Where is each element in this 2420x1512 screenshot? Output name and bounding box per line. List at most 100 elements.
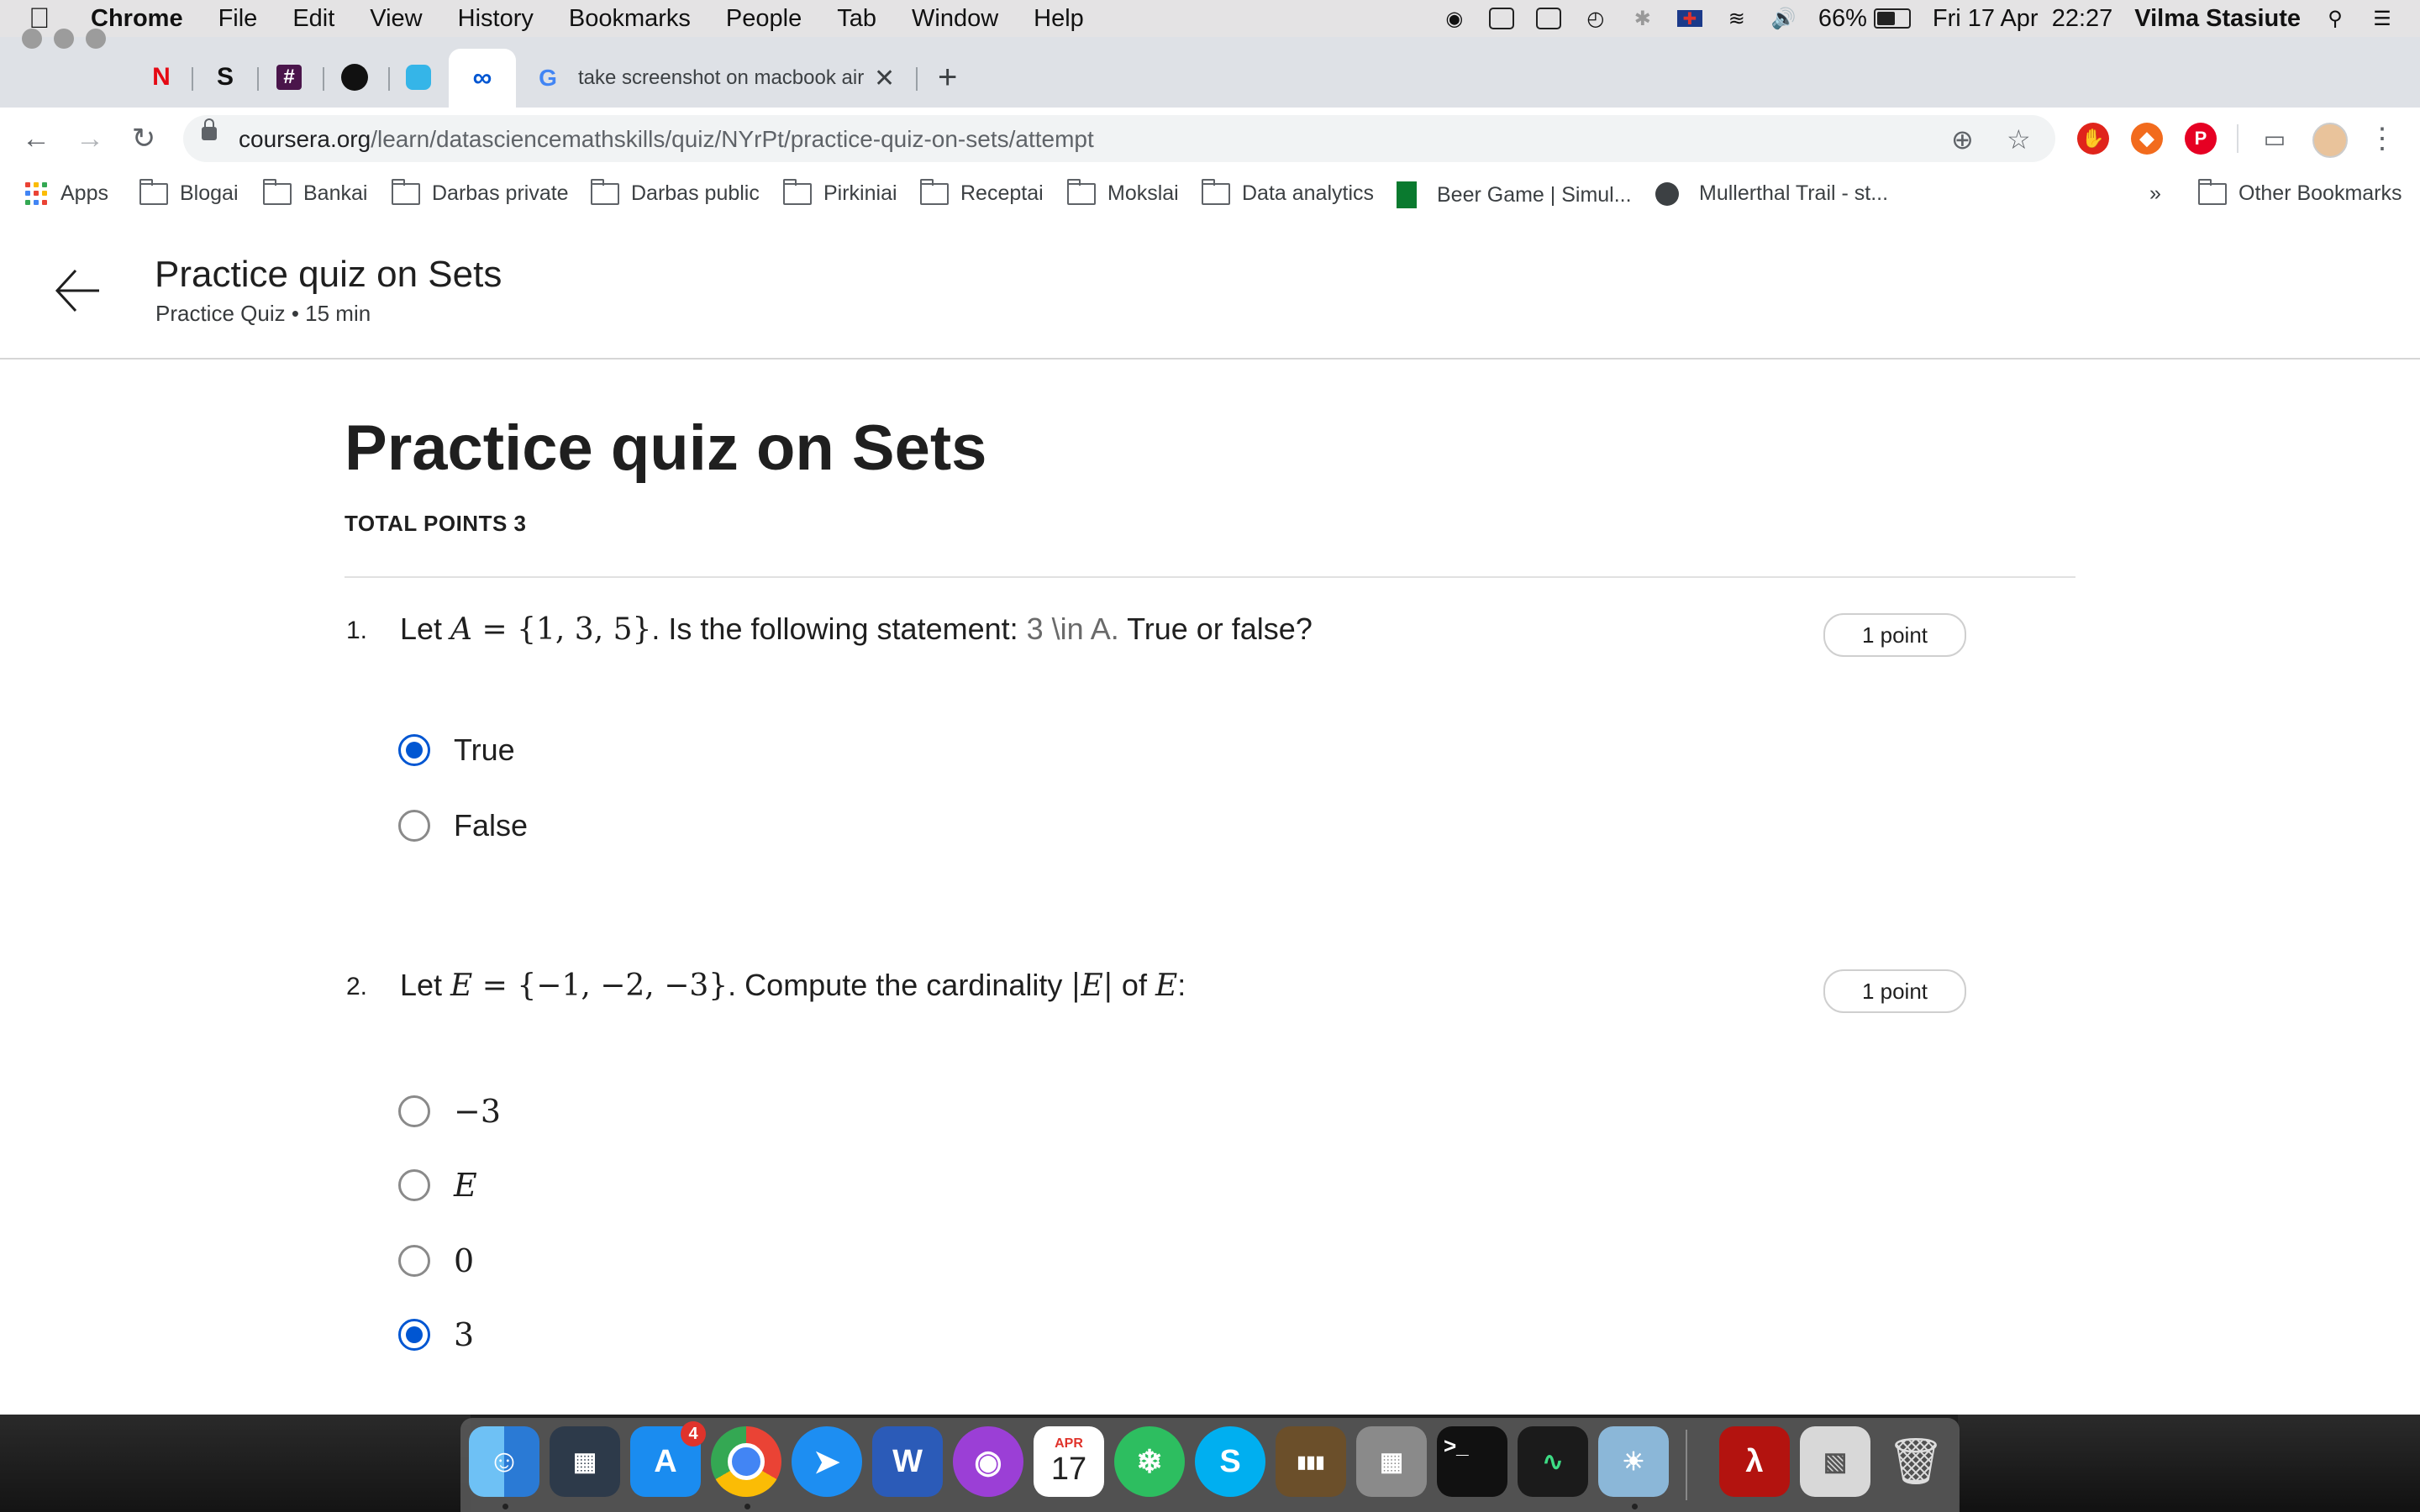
bookmark-star-icon[interactable]: ☆ [2007,123,2031,155]
q2-option-minus-3[interactable]: −3 [398,1090,501,1132]
page-content: Practice quiz on Sets Practice Quiz • 15… [0,223,2420,1415]
menu-history[interactable]: History [458,5,534,33]
bookmark-folder-darbas-private[interactable]: Darbas private [392,178,569,206]
pinned-tab-github[interactable] [338,60,371,94]
q2-option-0[interactable]: 0 [398,1240,474,1282]
bookmark-folder-bankai[interactable]: Bankai [263,178,367,206]
bluetooth-icon[interactable]: ✱ [1630,7,1655,30]
calculator-icon[interactable]: ▦ [1356,1426,1427,1497]
word-icon[interactable]: W [872,1426,943,1497]
calendar-icon[interactable]: APR 17 [1034,1426,1104,1497]
safari-icon[interactable]: ➤ [792,1426,862,1497]
radio-button[interactable] [398,810,430,842]
menu-help[interactable]: Help [1034,5,1084,33]
bookmark-folder-receptai[interactable]: Receptai [920,178,1044,206]
reload-button[interactable]: ↻ [124,119,163,158]
chrome-icon[interactable] [711,1426,781,1497]
terminal-icon[interactable]: >_ [1437,1426,1507,1497]
menu-window[interactable]: Window [912,5,998,33]
uk-flag-icon[interactable]: ✚ [1676,10,1702,29]
q1-option-false[interactable]: False [398,805,528,847]
wifi-icon[interactable]: ≋ [1724,7,1749,30]
honey-extension-icon[interactable]: ◆ [2131,123,2163,155]
bookmark-folder-mokslai[interactable]: Mokslai [1067,178,1179,206]
podcasts-icon[interactable]: ◉ [953,1426,1023,1497]
app-store-icon[interactable]: A4 [630,1421,706,1497]
trash-icon[interactable]: 🗑 [1881,1426,1951,1497]
bookmarks-overflow-chevron[interactable]: » [2149,181,2161,206]
menu-tab[interactable]: Tab [837,5,876,33]
pinned-tab-netflix[interactable]: N [145,60,178,94]
time-machine-icon[interactable]: ◴ [1583,7,1608,30]
screenshot-tray-icon[interactable] [1488,7,1514,30]
bookmark-folder-pirkiniai[interactable]: Pirkiniai [783,178,897,206]
chrome-menu-icon[interactable]: ⋮ [2363,119,2402,158]
q1-text-part: Let [400,612,451,646]
forward-button[interactable]: → [71,119,109,158]
menu-bookmarks[interactable]: Bookmarks [569,5,691,33]
bookmark-beer-game[interactable]: Beer Game | Simul... [1397,181,1632,208]
window-zoom-button[interactable] [86,29,106,49]
q2-option-e[interactable]: E [398,1164,477,1206]
folder-icon [392,178,420,205]
back-arrow-icon[interactable] [52,265,103,316]
menu-people[interactable]: People [726,5,802,33]
battery-indicator[interactable]: 66% [1818,5,1911,33]
q1-option-true[interactable]: True [398,729,515,771]
new-tab-plus-icon[interactable]: + [938,59,957,97]
calibre-icon[interactable]: ▮▮▮ [1276,1426,1346,1497]
radio-button[interactable] [398,1095,430,1127]
finder-icon[interactable]: ☺ [469,1426,539,1497]
radio-button[interactable] [398,1319,430,1351]
bookmark-folder-data-analytics[interactable]: Data analytics [1202,178,1374,206]
bookmarks-bar: Apps Blogai Bankai Darbas private Darbas… [0,170,2420,225]
tab-close-icon[interactable]: ✕ [874,64,895,93]
lock-icon[interactable] [202,118,217,140]
pinterest-extension-icon[interactable]: P [2185,123,2217,155]
back-button[interactable]: ← [17,119,55,158]
radio-button[interactable] [398,1245,430,1277]
address-bar[interactable]: coursera.org/learn/datasciencemathskills… [183,115,2055,162]
profile-avatar[interactable] [2312,123,2348,158]
hexagon-app-icon [406,65,431,90]
coursera-infinity-icon: ∞ [472,61,492,92]
bookmark-folder-blogai[interactable]: Blogai [139,178,239,206]
volume-icon[interactable]: 🔊 [1771,7,1797,30]
clipboard-tray-icon[interactable] [1535,7,1561,30]
skype-icon[interactable]: S [1195,1426,1265,1497]
radio-button[interactable] [398,1169,430,1201]
evernote-icon[interactable]: ❄ [1114,1426,1185,1497]
image-capture-icon[interactable]: ▦ [550,1426,620,1497]
preview-icon[interactable]: ☀ [1598,1426,1669,1497]
menu-edit[interactable]: Edit [292,5,334,33]
folder-icon [1202,178,1230,205]
spotlight-search-icon[interactable]: ⚲ [2323,7,2348,30]
bookmark-apps[interactable]: Apps [25,181,108,206]
clock[interactable]: Fri 17 Apr 22:27 [1933,5,2112,33]
pinned-tab-slack[interactable]: # [272,60,306,94]
downloads-stack-icon[interactable]: ▧ [1800,1426,1870,1497]
cast-icon[interactable]: ▭ [2255,119,2294,158]
zoom-magnifier-icon[interactable]: ⊕ [1951,123,1974,155]
notification-center-icon[interactable]: ☰ [2370,7,2395,30]
menu-view[interactable]: View [370,5,422,33]
adblock-extension-icon[interactable]: ✋ [2077,123,2109,155]
evernote-tray-icon[interactable]: ◉ [1442,7,1467,30]
running-indicator [502,1504,508,1509]
menu-app-name[interactable]: Chrome [91,5,183,33]
pinned-tab-hexagon[interactable] [402,60,435,94]
radio-button[interactable] [398,734,430,766]
window-minimize-button[interactable] [54,29,74,49]
url-text[interactable]: coursera.org/learn/datasciencemathskills… [239,126,1094,153]
acrobat-reader-icon[interactable]: λ [1719,1426,1790,1497]
activity-monitor-icon[interactable]: ∿ [1518,1426,1588,1497]
user-name[interactable]: Vilma Stasiute [2134,5,2301,33]
window-close-button[interactable] [22,29,42,49]
tab-search-result[interactable]: G take screenshot on macbook air ✕ [519,49,914,108]
q2-option-3[interactable]: 3 [398,1314,474,1356]
bookmark-folder-darbas-public[interactable]: Darbas public [591,178,760,206]
menu-file[interactable]: File [218,5,258,33]
bookmark-mullerthal-trail[interactable]: Mullerthal Trail - st... [1655,181,1888,206]
pinned-tab-s[interactable]: S [208,60,242,94]
bookmark-folder-other[interactable]: Other Bookmarks [2198,178,2402,206]
